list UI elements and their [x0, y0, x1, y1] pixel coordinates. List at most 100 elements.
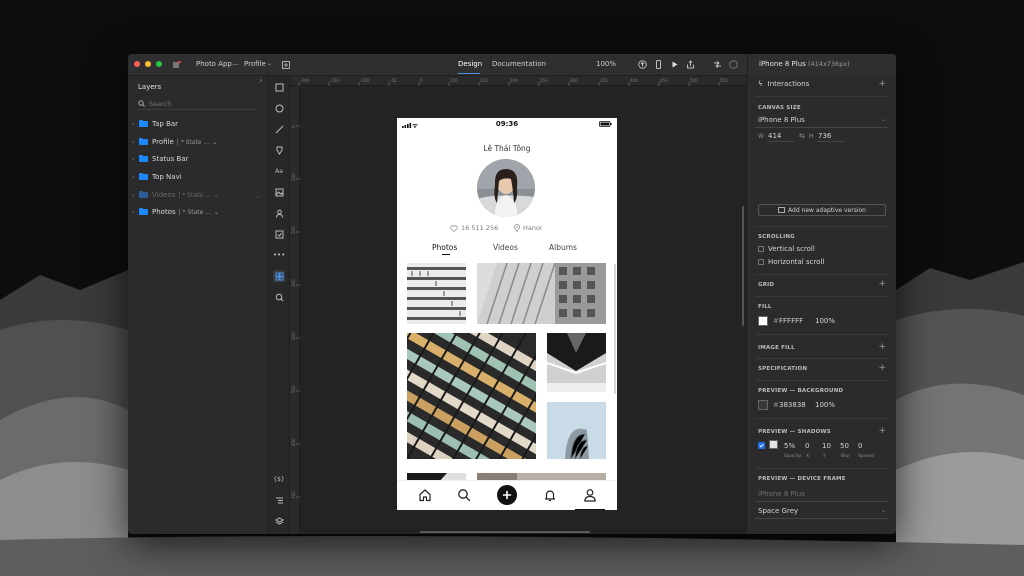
layers-search-input[interactable]	[149, 99, 249, 108]
tab-design[interactable]: Design	[458, 60, 482, 68]
photo-thumbnail[interactable]	[407, 469, 466, 480]
collapse-panel-icon[interactable]: ↗	[258, 78, 263, 85]
add-grid-button[interactable]: +	[878, 279, 886, 289]
layers-search[interactable]	[138, 98, 256, 110]
link-dimensions-icon[interactable]: ⇆	[799, 132, 805, 140]
background-color-swatch[interactable]	[758, 400, 768, 410]
close-window-button[interactable]	[134, 61, 140, 67]
add-shadow-button[interactable]: +	[878, 426, 886, 436]
play-icon[interactable]	[669, 59, 680, 70]
horizontal-scrollbar[interactable]	[420, 531, 590, 533]
project-name[interactable]: Photo App	[196, 60, 232, 68]
photo-thumbnail[interactable]	[477, 469, 606, 480]
interactions-row[interactable]: ϟ Interactions	[758, 80, 809, 88]
shadow-opacity-input[interactable]: 5%	[784, 442, 795, 450]
home-icon[interactable]	[417, 487, 433, 503]
width-input[interactable]: 414	[768, 132, 781, 140]
expand-arrow-icon[interactable]: ›	[132, 156, 139, 163]
ellipse-tool-icon[interactable]	[273, 102, 285, 114]
layer-videos[interactable]: › Videos | * State ... ⌄ ◡	[132, 189, 262, 201]
more-options-icon[interactable]	[728, 59, 739, 70]
layer-status-bar[interactable]: › Status Bar	[132, 153, 262, 165]
shadow-color-swatch[interactable]	[769, 440, 778, 449]
expand-arrow-icon[interactable]: ›	[132, 209, 139, 216]
page-selector[interactable]: Profile	[244, 60, 266, 68]
frame-tool-icon[interactable]	[273, 228, 285, 240]
component-tool-icon[interactable]	[273, 207, 285, 219]
minimize-window-button[interactable]	[145, 61, 151, 67]
device-preview-icon[interactable]	[653, 59, 664, 70]
background-hex-input[interactable]: 383838	[779, 401, 806, 409]
layer-profile[interactable]: › Profile | * State ... ⌄	[132, 136, 262, 148]
list-tool-icon[interactable]	[273, 494, 285, 506]
photo-thumbnail[interactable]	[547, 333, 606, 392]
zoom-level[interactable]: 100%	[596, 60, 616, 68]
shadow-x-input[interactable]: 0	[805, 442, 809, 450]
expand-arrow-icon[interactable]: ›	[132, 121, 139, 128]
rectangle-tool-icon[interactable]	[273, 81, 285, 93]
shadow-y-input[interactable]: 10	[822, 442, 831, 450]
vertical-scrollbar[interactable]	[742, 206, 744, 326]
content-scrollbar[interactable]	[614, 264, 616, 394]
add-page-icon[interactable]	[280, 59, 291, 70]
horizontal-scroll-checkbox[interactable]	[758, 259, 764, 265]
zoom-tool-icon[interactable]	[273, 291, 285, 303]
grid-tool-icon[interactable]	[273, 270, 285, 282]
height-input[interactable]: 736	[818, 132, 831, 140]
tab-documentation[interactable]: Documentation	[492, 60, 546, 68]
handoff-icon[interactable]	[712, 59, 723, 70]
iphone-artboard[interactable]: 09:36 Lê Thái Tông 16 511 256 Hanoi Phot…	[397, 118, 617, 510]
photo-thumbnail[interactable]	[547, 402, 606, 459]
vertical-scroll-option[interactable]: Vertical scroll	[758, 245, 815, 253]
tab-videos[interactable]: Videos	[493, 243, 518, 252]
fill-color-swatch[interactable]	[758, 316, 768, 326]
expand-arrow-icon[interactable]: ›	[132, 192, 139, 199]
tab-photos[interactable]: Photos	[432, 243, 457, 252]
fill-hex-input[interactable]: FFFFFF	[779, 317, 803, 325]
frame-color-select[interactable]: Space Grey	[758, 507, 798, 515]
expand-arrow-icon[interactable]: ›	[132, 139, 139, 146]
chevron-down-icon[interactable]: ⌄	[214, 192, 219, 199]
chevron-down-icon[interactable]: ⌄	[212, 139, 217, 146]
maximize-window-button[interactable]	[156, 61, 162, 67]
add-adaptive-version-button[interactable]: Add new adaptive version	[758, 204, 886, 216]
menu-icon[interactable]	[171, 59, 182, 70]
shadow-enabled-checkbox[interactable]	[758, 442, 765, 449]
upload-icon[interactable]	[637, 59, 648, 70]
photo-thumbnail[interactable]	[477, 263, 606, 324]
text-tool-icon[interactable]: Aa	[273, 165, 285, 177]
share-icon[interactable]	[685, 59, 696, 70]
add-image-fill-button[interactable]: +	[878, 342, 886, 352]
chevron-down-icon[interactable]: ⌄	[214, 209, 219, 216]
pen-tool-icon[interactable]	[273, 144, 285, 156]
layers-stack-icon[interactable]	[273, 515, 285, 527]
chevron-down-icon[interactable]: ⌄	[881, 507, 886, 514]
vertical-scroll-checkbox[interactable]	[758, 246, 764, 252]
add-post-button[interactable]	[497, 485, 517, 505]
frame-device-select[interactable]: iPhone 8 Plus	[758, 490, 805, 498]
canvas-device-select[interactable]: iPhone 8 Plus	[758, 116, 805, 124]
layer-top-navi[interactable]: › Top Navi	[132, 171, 262, 183]
chevron-down-icon[interactable]: ⌄	[267, 60, 272, 67]
photo-thumbnail[interactable]	[407, 263, 466, 324]
shadow-blur-input[interactable]: 50	[840, 442, 849, 450]
photo-thumbnail[interactable]	[407, 333, 536, 459]
expand-arrow-icon[interactable]: ›	[132, 174, 139, 181]
layer-photos[interactable]: › Photos | * State ... ⌄	[132, 206, 262, 218]
profile-icon[interactable]	[582, 487, 598, 503]
line-tool-icon[interactable]	[273, 123, 285, 135]
shadow-spread-input[interactable]: 0	[858, 442, 862, 450]
image-tool-icon[interactable]	[273, 186, 285, 198]
layer-tap-bar[interactable]: › Tap Bar	[132, 118, 262, 130]
hidden-eye-icon[interactable]: ◡	[255, 192, 260, 199]
tab-albums[interactable]: Albums	[549, 243, 577, 252]
background-opacity-input[interactable]: 100%	[815, 401, 835, 409]
search-icon[interactable]	[456, 487, 472, 503]
chevron-down-icon[interactable]: ⌄	[881, 116, 886, 123]
fill-opacity-input[interactable]: 100%	[815, 317, 835, 325]
profile-avatar[interactable]	[477, 159, 535, 217]
variables-tool-icon[interactable]: {$}	[273, 473, 285, 485]
more-tools-icon[interactable]: •••	[273, 249, 285, 261]
add-interaction-button[interactable]: +	[878, 79, 886, 89]
horizontal-scroll-option[interactable]: Horizontal scroll	[758, 258, 824, 266]
